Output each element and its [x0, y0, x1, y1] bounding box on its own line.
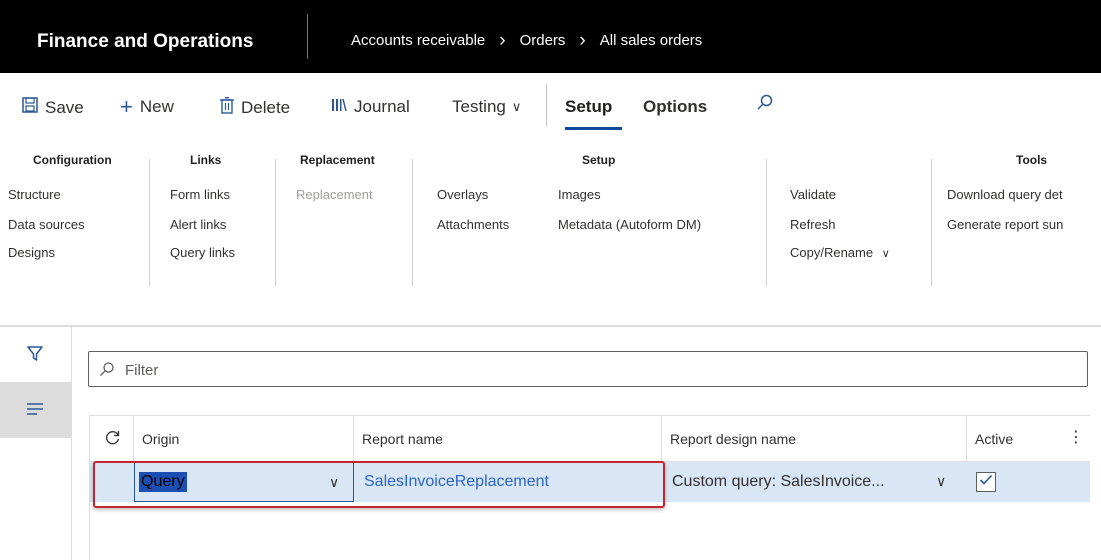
nav-divider [307, 14, 308, 59]
filter-box[interactable] [88, 351, 1088, 387]
ribbon-separator [275, 159, 276, 286]
filter-input[interactable] [125, 358, 1025, 382]
journal-icon [331, 97, 347, 117]
breadcrumb-item-accounts-receivable[interactable]: Accounts receivable [351, 32, 485, 49]
ribbon-item-designs[interactable]: Designs [8, 245, 55, 260]
trash-icon [220, 97, 234, 119]
funnel-icon [26, 345, 44, 368]
grid-header: Origin Report name Report design name Ac… [90, 415, 1090, 462]
ribbon-item-copy-rename[interactable]: Copy/Rename ∨ [790, 245, 890, 260]
column-header-active[interactable]: Active ⋮ [967, 416, 1090, 462]
plus-icon: + [120, 94, 133, 119]
chevron-down-icon: ∨ [936, 473, 947, 489]
save-icon [22, 97, 38, 118]
ribbon-separator [412, 159, 413, 286]
ribbon-setup: Configuration Structure Data sources Des… [0, 145, 1101, 325]
active-checkbox[interactable] [976, 472, 996, 492]
tab-setup[interactable]: Setup [565, 97, 612, 117]
filter-pane-button[interactable] [22, 343, 48, 369]
ribbon-item-structure[interactable]: Structure [8, 187, 61, 202]
report-design-name-cell[interactable]: Custom query: SalesInvoice... ∨ [664, 462, 964, 502]
ribbon-group-replacement-header: Replacement [300, 153, 375, 167]
ribbon-item-generate-report[interactable]: Generate report sun [947, 217, 1101, 232]
new-label: New [139, 97, 174, 116]
refresh-grid-button[interactable] [90, 416, 134, 462]
left-rail [0, 327, 72, 560]
app-title[interactable]: Finance and Operations [37, 31, 253, 53]
ribbon-group-links-header: Links [190, 153, 222, 167]
toolbar-divider [546, 84, 547, 126]
search-icon [99, 361, 115, 382]
highlight-box [93, 461, 665, 508]
ribbon-item-alert-links[interactable]: Alert links [170, 217, 226, 232]
ribbon-item-metadata[interactable]: Metadata (Autoform DM) [558, 217, 701, 232]
delete-button[interactable]: Delete [220, 97, 290, 119]
action-pane: Save + New Delete Journal Testing ∨ Setu… [0, 73, 1101, 135]
search-button[interactable] [756, 93, 774, 116]
ribbon-item-download-query[interactable]: Download query det [947, 187, 1101, 202]
testing-label: Testing [452, 97, 506, 116]
tab-setup-label: Setup [565, 97, 613, 116]
breadcrumb-item-orders[interactable]: Orders [520, 32, 566, 49]
chevron-right-icon: › [499, 30, 506, 51]
ribbon-separator [931, 159, 932, 286]
ribbon-item-form-links[interactable]: Form links [170, 187, 230, 202]
column-header-origin[interactable]: Origin [134, 416, 354, 462]
copy-rename-label: Copy/Rename [790, 245, 874, 260]
chevron-down-icon: ∨ [511, 99, 522, 114]
ribbon-item-validate[interactable]: Validate [790, 187, 836, 202]
save-button[interactable]: Save [22, 97, 84, 118]
journal-label: Journal [354, 97, 410, 116]
journal-button[interactable]: Journal [331, 97, 410, 117]
list-icon [27, 402, 43, 420]
top-nav-bar: Finance and Operations Accounts receivab… [0, 0, 1101, 73]
testing-menu[interactable]: Testing ∨ [452, 97, 521, 117]
refresh-icon [104, 429, 121, 449]
checkmark-icon [979, 473, 993, 491]
tab-active-indicator [565, 127, 622, 130]
column-header-report-name[interactable]: Report name [354, 416, 662, 462]
delete-label: Delete [241, 98, 291, 117]
report-design-name-value: Custom query: SalesInvoice... [672, 473, 885, 490]
breadcrumb-item-all-sales-orders[interactable]: All sales orders [600, 32, 703, 49]
tab-options-label: Options [643, 97, 708, 116]
ribbon-item-replacement[interactable]: Replacement [296, 187, 373, 202]
ribbon-separator [149, 159, 150, 286]
ribbon-separator [766, 159, 767, 286]
ribbon-item-attachments[interactable]: Attachments [437, 217, 509, 232]
tab-options[interactable]: Options [643, 97, 707, 117]
ribbon-group-configuration-header: Configuration [33, 153, 112, 167]
ribbon-item-images[interactable]: Images [558, 187, 601, 202]
column-header-report-design-name[interactable]: Report design name [662, 416, 967, 462]
list-view-button[interactable] [22, 398, 48, 424]
ribbon-item-data-sources[interactable]: Data sources [8, 217, 85, 232]
chevron-down-icon: ∨ [881, 248, 890, 260]
search-icon [756, 93, 774, 116]
ribbon-item-query-links[interactable]: Query links [170, 245, 235, 260]
chevron-right-icon: › [579, 30, 586, 51]
column-header-active-label: Active [975, 431, 1014, 447]
ribbon-bottom-border [0, 325, 1101, 327]
ribbon-group-setup-header: Setup [582, 153, 616, 167]
more-options-icon[interactable]: ⋮ [1068, 430, 1084, 446]
ribbon-item-refresh[interactable]: Refresh [790, 217, 836, 232]
save-label: Save [45, 97, 84, 117]
breadcrumb: Accounts receivable › Orders › All sales… [351, 30, 703, 51]
ribbon-item-overlays[interactable]: Overlays [437, 187, 488, 202]
ribbon-group-tools-header: Tools [1016, 153, 1048, 167]
new-button[interactable]: + New [120, 94, 174, 119]
